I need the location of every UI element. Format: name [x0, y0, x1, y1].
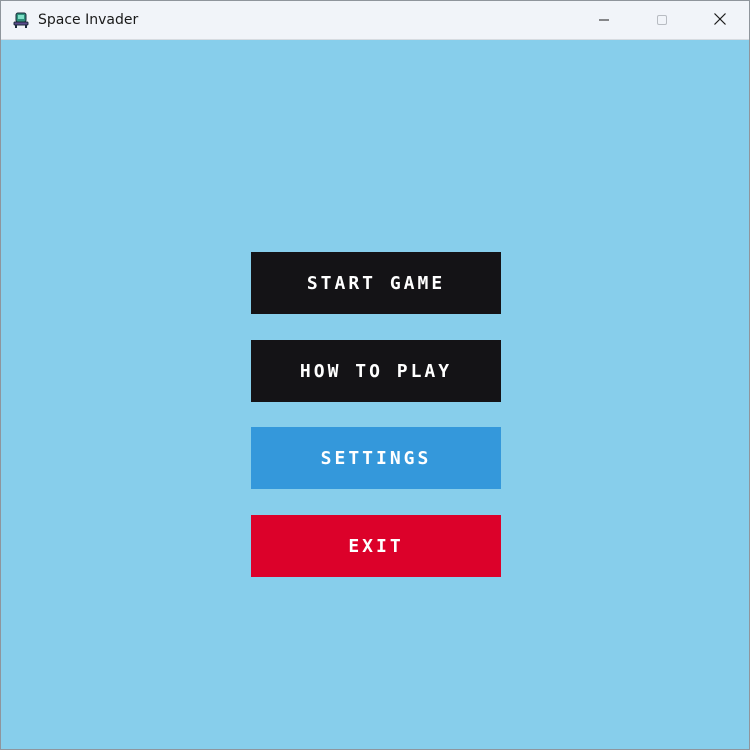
title-bar[interactable]: Space Invader	[1, 1, 749, 40]
minimize-button[interactable]	[575, 1, 633, 39]
maximize-icon	[656, 11, 668, 30]
how-to-play-button[interactable]: HOW TO PLAY	[251, 340, 501, 402]
window-controls	[575, 1, 749, 39]
exit-button[interactable]: EXIT	[251, 515, 501, 577]
game-canvas: START GAME HOW TO PLAY SETTINGS EXIT	[1, 40, 749, 749]
start-game-button[interactable]: START GAME	[251, 252, 501, 314]
settings-button[interactable]: SETTINGS	[251, 427, 501, 489]
space-invader-icon	[11, 10, 31, 30]
window-title: Space Invader	[38, 12, 139, 28]
close-button[interactable]	[691, 1, 749, 39]
maximize-button[interactable]	[633, 1, 691, 39]
game-window: Space Invader START GAME HOW TO PLAY SET…	[0, 0, 750, 750]
close-icon	[713, 11, 727, 30]
minimize-icon	[598, 11, 610, 30]
